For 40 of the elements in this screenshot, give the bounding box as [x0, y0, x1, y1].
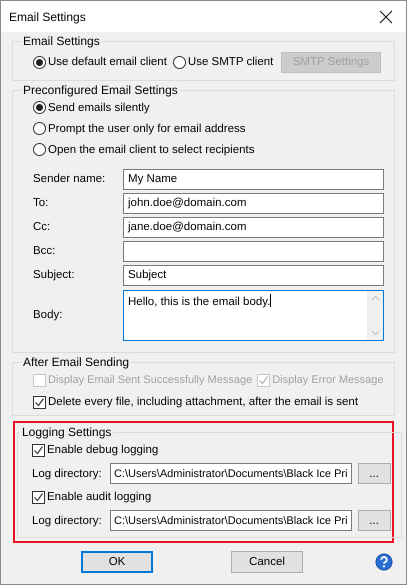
field-label: To: — [33, 197, 50, 209]
input-field[interactable]: jane.doe@domain.com — [123, 216, 384, 238]
checkbox[interactable]: Delete every file, including attachment, after the email is sent — [33, 396, 358, 408]
radio-button[interactable]: Open the email client to select recipients — [33, 143, 254, 156]
scrollbar[interactable] — [367, 290, 383, 340]
field-label: Body: — [33, 309, 64, 321]
field-label: Bcc: — [33, 245, 56, 257]
field-label: Subject: — [33, 269, 76, 281]
input-field[interactable]: Subject — [123, 264, 384, 286]
field-label: Log directory: — [32, 514, 103, 526]
body-text-area[interactable]: Hello, this is the email body. — [123, 290, 384, 340]
input-field[interactable] — [123, 240, 384, 262]
group-title: Logging Settings — [21, 425, 112, 439]
window-title: Email Settings — [9, 10, 86, 24]
browse-button[interactable]: ... — [358, 510, 391, 531]
check-icon — [33, 444, 44, 456]
cancel-button[interactable]: Cancel — [231, 551, 303, 573]
input-field[interactable]: My Name — [123, 168, 384, 190]
check-icon — [33, 492, 44, 502]
radio-button[interactable]: Send emails silently — [33, 101, 150, 114]
help-icon[interactable] — [375, 553, 393, 571]
input-field[interactable]: john.doe@domain.com — [123, 192, 384, 214]
close-icon — [379, 10, 393, 24]
radio-button[interactable]: Prompt the user only for email address — [33, 122, 246, 135]
browse-button[interactable]: ... — [358, 463, 391, 484]
radio-button[interactable]: Use default email client — [33, 56, 167, 68]
field-label: Sender name: — [33, 173, 106, 185]
checkbox[interactable]: Enable audit logging — [32, 490, 152, 504]
ok-button[interactable]: OK — [81, 551, 153, 573]
input-field[interactable]: C:\Users\Administrator\Documents\Black Ice Pri — [110, 510, 352, 531]
input-field[interactable]: C:\Users\Administrator\Documents\Black Ice Pri — [110, 463, 352, 484]
group-title: Email Settings — [22, 34, 101, 48]
check-icon — [34, 396, 45, 408]
group-title: After Email Sending — [22, 355, 130, 369]
checkbox[interactable]: Enable debug logging — [32, 444, 158, 456]
field-label: Log directory: — [32, 468, 103, 480]
group-title: Preconfigured Email Settings — [22, 83, 179, 97]
radio-button[interactable]: Use SMTP client — [172, 56, 274, 68]
check-icon — [258, 374, 270, 386]
field-label: Cc: — [33, 221, 52, 233]
